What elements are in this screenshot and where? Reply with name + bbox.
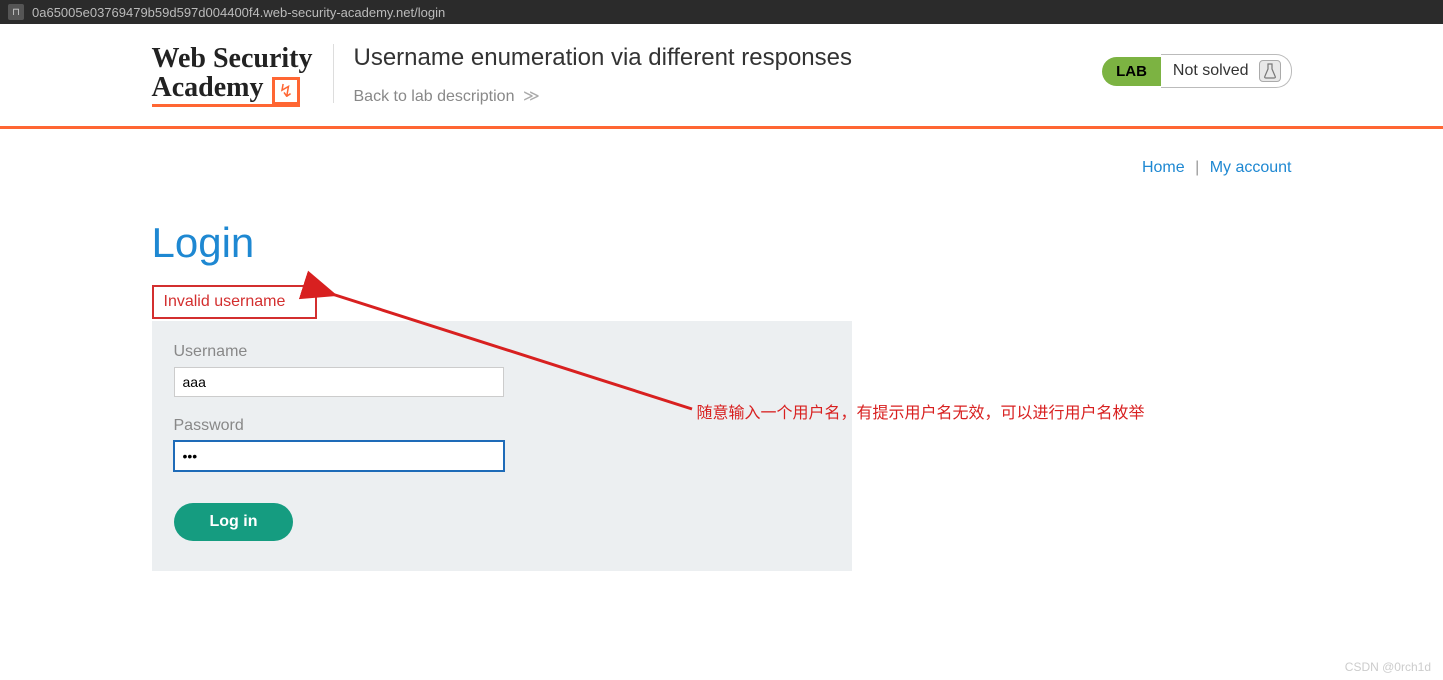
annotation-text: 随意输入一个用户名，有提示用户名无效，可以进行用户名枚举: [697, 399, 1145, 423]
nav-home[interactable]: Home: [1142, 159, 1185, 176]
lab-status-text: Not solved: [1161, 54, 1292, 88]
logo-line1: Web Security: [152, 44, 313, 73]
site-info-icon[interactable]: ⊓: [8, 4, 24, 20]
page-title: Login: [152, 219, 1292, 267]
lab-status-widget: LAB Not solved: [1102, 54, 1291, 88]
username-input[interactable]: [174, 367, 504, 397]
lab-header: Web Security Academy ↯ Username enumerat…: [0, 24, 1443, 126]
password-input[interactable]: [174, 441, 504, 471]
top-nav: Home | My account: [152, 159, 1292, 177]
login-form: Username Password Log in: [152, 321, 852, 571]
main-content: Home | My account Login Invalid username…: [152, 129, 1292, 571]
logo-line2: Academy: [152, 72, 264, 103]
flask-icon: [1259, 60, 1281, 82]
url-text: 0a65005e03769479b59d597d004400f4.web-sec…: [32, 5, 445, 20]
error-message: Invalid username: [152, 285, 317, 319]
logo-underline: [152, 104, 300, 107]
browser-url-bar: ⊓ 0a65005e03769479b59d597d004400f4.web-s…: [0, 0, 1443, 24]
lab-badge: LAB: [1102, 57, 1161, 86]
back-to-lab-link[interactable]: Back to lab description ≫: [354, 88, 540, 105]
username-label: Username: [174, 343, 830, 361]
watermark: CSDN @0rch1d: [1345, 660, 1431, 674]
chevron-right-icon: ≫: [523, 88, 540, 105]
academy-logo[interactable]: Web Security Academy ↯: [152, 44, 334, 103]
bolt-icon: ↯: [272, 77, 300, 105]
nav-my-account[interactable]: My account: [1210, 159, 1292, 176]
nav-separator: |: [1195, 159, 1199, 176]
login-button[interactable]: Log in: [174, 503, 294, 541]
